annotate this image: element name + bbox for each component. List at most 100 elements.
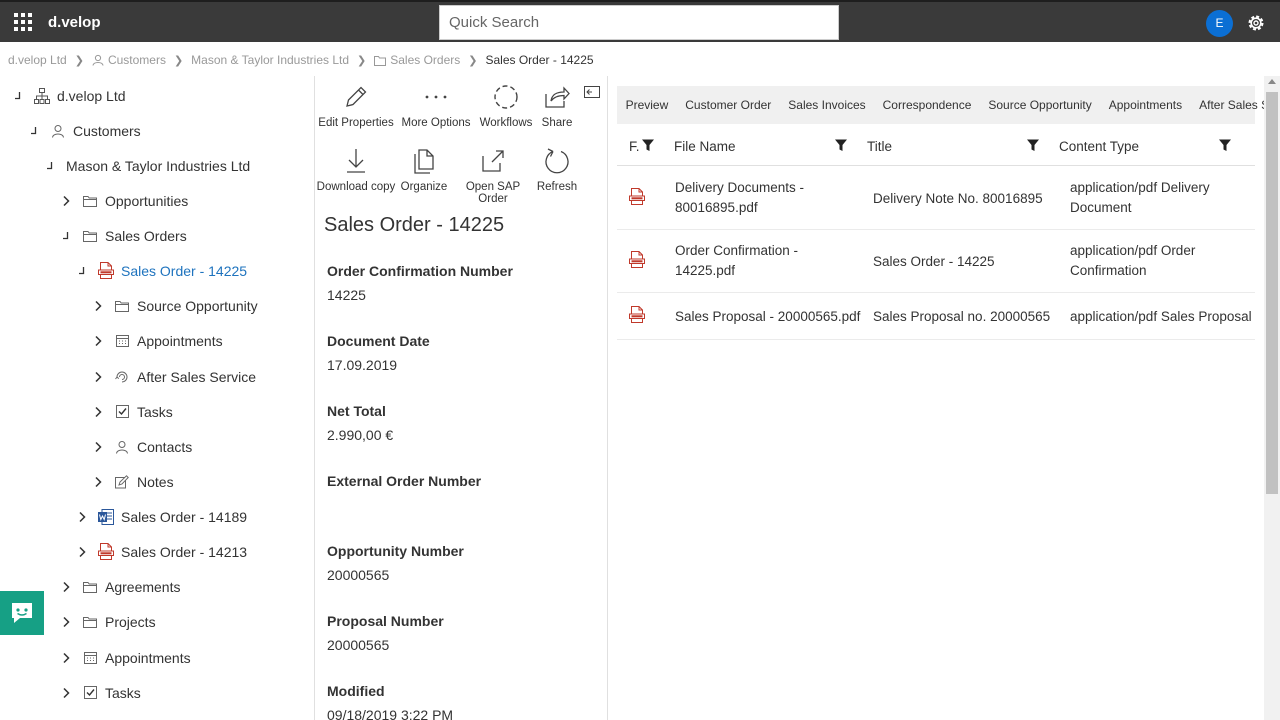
organize-button[interactable]: Organize [384,146,464,193]
tree-item-label: Tasks [137,403,173,420]
property-label: Opportunity Number [327,543,464,559]
tree-item[interactable]: Sales Orders [58,218,187,253]
scroll-up-arrow-icon[interactable] [1268,79,1276,84]
user-icon [114,439,130,455]
tree-expand-toggle[interactable] [90,439,106,455]
tree-item[interactable]: Appointments [58,640,191,675]
pdf-icon [98,543,114,560]
tree-expand-toggle[interactable] [90,333,106,349]
tree-item-label: Agreements [105,578,181,595]
tree-item[interactable]: Sales Order - 14189 [74,499,247,534]
tree-item[interactable]: Source Opportunity [90,288,258,323]
tree-expand-toggle[interactable] [58,193,74,209]
pdf-icon [629,251,647,271]
breadcrumb: d.velop Ltd ❯ Customers ❯ Mason & Taylor… [8,50,594,70]
tree-item[interactable]: Tasks [58,675,141,710]
filter-icon[interactable] [641,138,655,152]
panel-toggle-icon[interactable] [584,86,600,98]
tree-expand-toggle[interactable] [90,404,106,420]
filter-icon[interactable] [1218,138,1232,152]
tab-item[interactable]: Correspondence [883,98,972,112]
cell-title: Sales Proposal no. 20000565 [873,308,1051,324]
tree-item[interactable]: Notes [90,464,174,499]
search-input[interactable] [439,5,839,40]
edit-properties-button[interactable]: Edit Properties [316,82,396,129]
tree-item[interactable]: Appointments [90,323,223,358]
breadcrumb-item[interactable]: Mason & Taylor Industries Ltd [191,53,349,67]
apps-grid-icon[interactable] [14,13,32,31]
refresh-icon [545,148,569,174]
app-name[interactable]: d.velop [48,14,101,31]
cell-content-type: application/pdf Sales Proposal [1070,308,1252,324]
workflow-icon [494,85,518,109]
tree-item[interactable]: Sales Order - 14225 [74,253,247,288]
breadcrumb-item[interactable]: Customers [92,53,166,67]
column-header-file-name[interactable]: File Name [674,126,736,166]
tree-expand-toggle[interactable] [90,298,106,314]
chevron-right-icon [95,371,102,382]
tree-collapse-toggle[interactable] [42,158,58,174]
chevron-right-icon [63,652,70,663]
tab-item[interactable]: Sales Invoices [788,98,865,112]
tree-item[interactable]: After Sales Service [90,359,256,394]
tree-item[interactable]: Contacts [90,429,192,464]
column-header-content-type[interactable]: Content Type [1059,126,1139,166]
tree-item[interactable]: Tasks [90,394,173,429]
table-row[interactable]: Order Confirmation - 14225.pdf Sales Orde… [617,230,1255,293]
vertical-scrollbar[interactable] [1264,76,1280,720]
cell-content-type: application/pdf Delivery Document [1070,180,1210,215]
table-row[interactable]: Delivery Documents - 80016895.pdf Deliver… [617,167,1255,230]
cell-title: Delivery Note No. 80016895 [873,190,1043,206]
more-options-button[interactable]: More Options [396,82,476,129]
property-value: 14225 [327,287,366,303]
filter-icon[interactable] [834,138,848,152]
tree-expand-toggle[interactable] [58,614,74,630]
column-header-title[interactable]: Title [867,126,892,166]
tree-expand-toggle[interactable] [58,650,74,666]
tree-item[interactable]: d.velop Ltd [10,78,126,113]
tree-expand-toggle[interactable] [90,369,106,385]
tree-collapse-toggle[interactable] [26,123,42,139]
tab-item[interactable]: Source Opportunity [988,98,1091,112]
tab-item[interactable]: Preview [626,98,669,112]
tree-item[interactable]: Sales Order - 14213 [74,534,247,569]
chevron-right-icon [63,581,70,592]
tree-expand-toggle[interactable] [74,544,90,560]
refresh-button[interactable]: Refresh [517,146,597,193]
tree-item[interactable]: Agreements [58,569,180,604]
filter-icon[interactable] [1026,138,1040,152]
tree-collapse-toggle[interactable] [58,228,74,244]
column-header-format[interactable]: F. [629,126,640,166]
chat-widget-button[interactable] [0,591,44,635]
tree-item[interactable]: Projects [58,604,156,639]
chevron-right-icon: ❯ [173,54,184,67]
tree-item-label: Customers [73,122,141,139]
tree-item[interactable]: Mason & Taylor Industries Ltd [42,148,250,183]
tree-expand-toggle[interactable] [74,509,90,525]
scrollbar-thumb[interactable] [1266,92,1278,494]
gear-icon[interactable] [1246,13,1266,33]
tree-expand-toggle[interactable] [90,474,106,490]
tree-expand-toggle[interactable] [58,579,74,595]
tree-item[interactable]: Customers [26,113,141,148]
tree-expand-toggle[interactable] [58,685,74,701]
property-label: Net Total [327,403,386,419]
tab-item[interactable]: Customer Order [685,98,771,112]
property-field: Modified 09/18/2019 3:22 PM [327,683,597,720]
tab-item[interactable]: Appointments [1109,98,1182,112]
breadcrumb-item[interactable]: d.velop Ltd [8,53,67,67]
folder-icon [82,614,98,630]
tree-item-label: Sales Order - 14213 [121,543,248,560]
collapse-icon [15,91,21,99]
collapse-icon [79,266,85,274]
tree-collapse-toggle[interactable] [74,263,90,279]
table-row[interactable]: Sales Proposal - 20000565.pdf Sales Propo… [617,293,1255,340]
tree-item[interactable]: Opportunities [58,183,188,218]
property-label: Modified [327,683,385,699]
property-field: Order Confirmation Number 14225 [327,263,597,305]
chevron-right-icon [63,616,70,627]
tree-collapse-toggle[interactable] [10,88,26,104]
property-label: External Order Number [327,473,482,489]
breadcrumb-item[interactable]: Sales Orders [374,53,460,67]
avatar[interactable]: E [1206,10,1233,37]
